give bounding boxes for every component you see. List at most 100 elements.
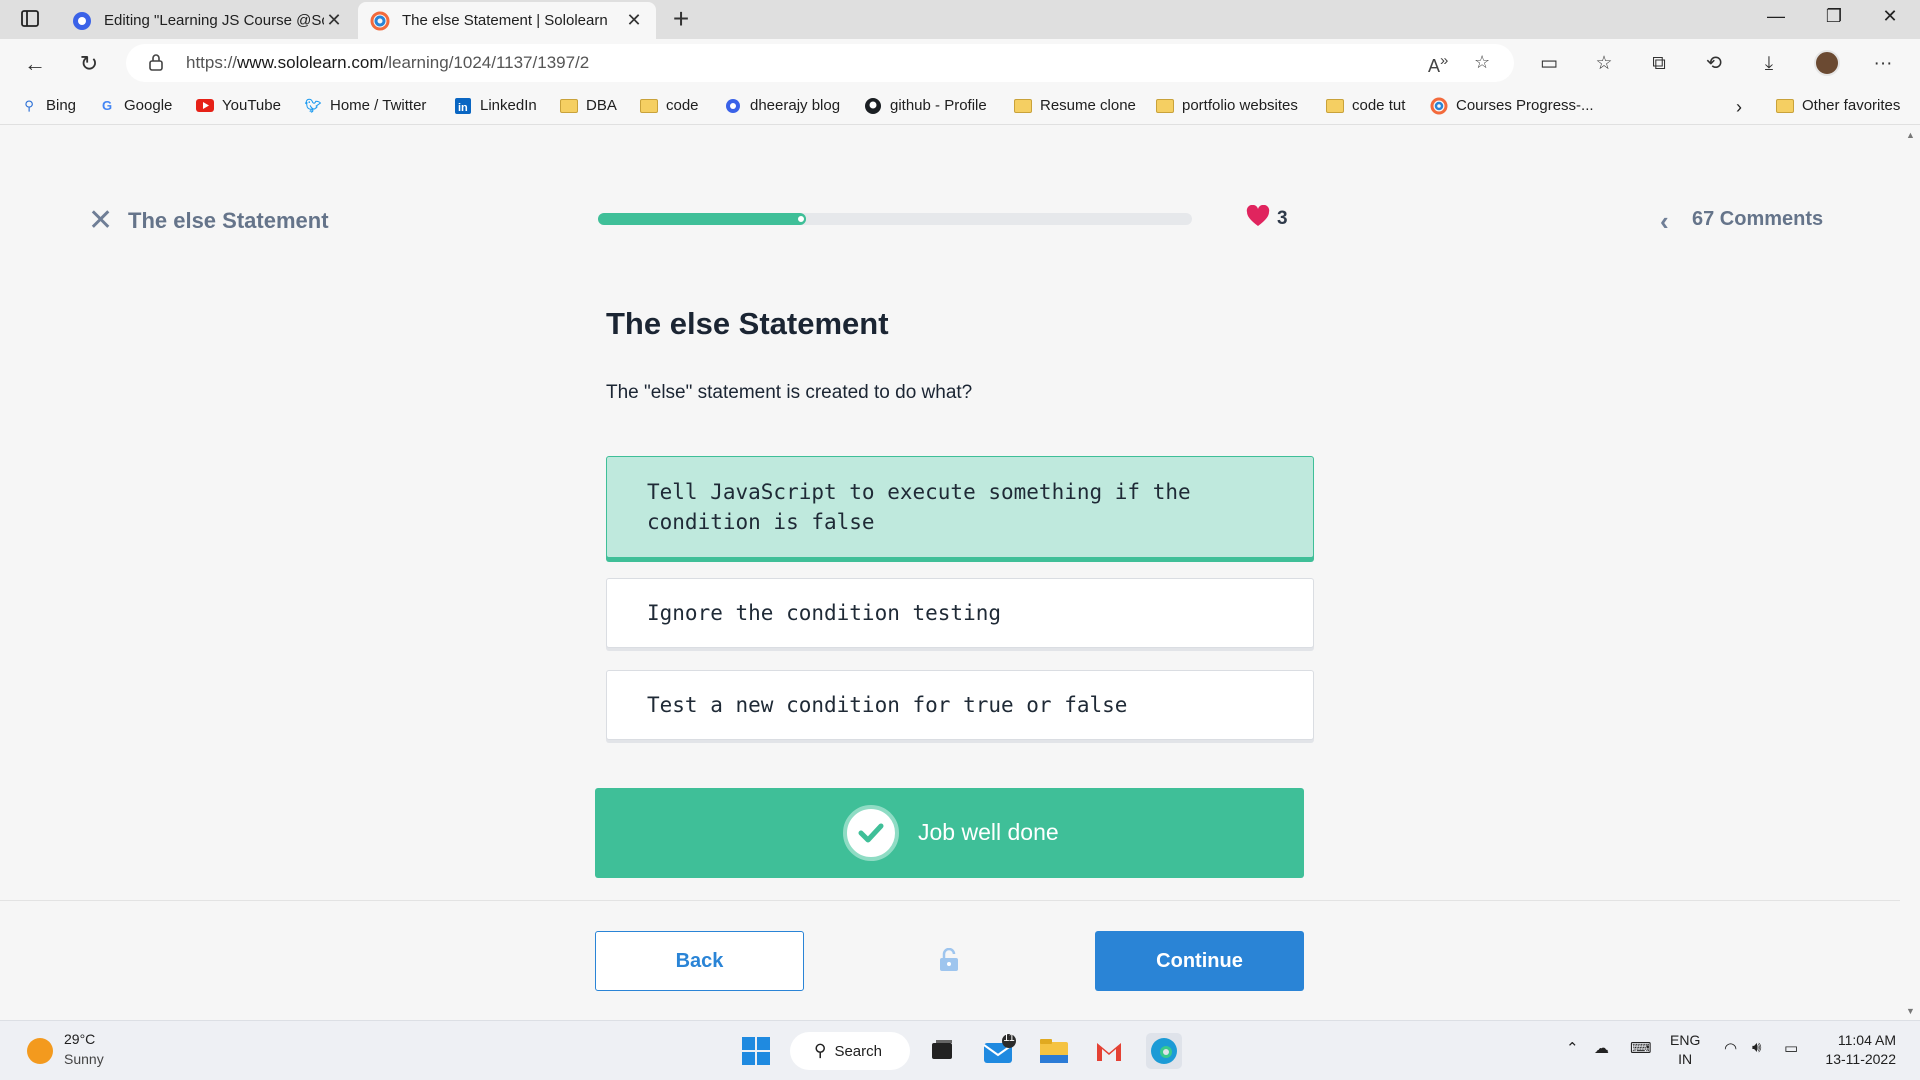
refresh-icon[interactable]: ↻ bbox=[74, 49, 104, 79]
fav-youtube[interactable]: YouTube bbox=[196, 97, 281, 114]
answer-text: Tell JavaScript to execute something if … bbox=[647, 480, 1191, 504]
lesson-page: ✕ The else Statement 3 ‹ 67 Comments The… bbox=[0, 126, 1900, 1020]
scroll-up-icon[interactable]: ▲ bbox=[1906, 130, 1915, 140]
tab-close-icon[interactable]: ✕ bbox=[324, 10, 344, 31]
tab-strip: Editing "Learning JS Course @Sc ✕ The el… bbox=[0, 0, 1920, 39]
fav-google[interactable]: G Google bbox=[98, 97, 172, 114]
hearts-count: 3 bbox=[1277, 208, 1288, 229]
continue-button[interactable]: Continue bbox=[1095, 931, 1304, 991]
start-windows-icon[interactable] bbox=[738, 1033, 774, 1069]
address-bar[interactable]: https://www.sololearn.com/learning/1024/… bbox=[126, 44, 1514, 82]
tray-overflow-chevron-icon[interactable]: ⌃ bbox=[1566, 1039, 1579, 1057]
answer-text: condition is false bbox=[647, 510, 875, 534]
result-message: Job well done bbox=[918, 819, 1059, 845]
battery-icon[interactable]: ▭ bbox=[1784, 1039, 1798, 1057]
back-button[interactable]: Back bbox=[595, 931, 804, 991]
fav-bing[interactable]: ⚲ Bing bbox=[20, 97, 76, 114]
collections-icon[interactable]: ⧉ bbox=[1646, 51, 1672, 77]
page-scrollbar[interactable]: ▲ ▼ bbox=[1900, 126, 1920, 1020]
downloads-icon[interactable]: ⤓ bbox=[1756, 51, 1782, 77]
sololearn-icon bbox=[370, 11, 390, 31]
favorites-bar: ⚲ Bing G Google YouTube 🐦︎ Home / Twitter i… bbox=[0, 88, 1920, 125]
favorites-icon[interactable]: ☆ bbox=[1591, 51, 1617, 77]
svg-text:in: in bbox=[458, 102, 468, 114]
volume-icon[interactable]: 🔊︎ bbox=[1752, 1039, 1761, 1056]
footer-divider bbox=[0, 900, 1900, 901]
cast-icon[interactable]: ▭ bbox=[1536, 51, 1562, 77]
folder-icon bbox=[560, 98, 578, 114]
answer-text: Test a new condition for true or false bbox=[647, 693, 1128, 717]
fav-courses-progress[interactable]: Courses Progress-... bbox=[1430, 97, 1594, 114]
history-icon[interactable]: ⟲ bbox=[1701, 51, 1727, 77]
tab-editing-course[interactable]: Editing "Learning JS Course @Sc ✕ bbox=[60, 2, 356, 39]
tab-sololearn[interactable]: The else Statement | Sololearn ✕ bbox=[358, 2, 656, 39]
tab-close-icon[interactable]: ✕ bbox=[624, 10, 644, 31]
close-lesson-icon[interactable]: ✕ bbox=[88, 206, 113, 236]
mail-badge: 11 bbox=[1003, 1032, 1015, 1044]
weather-temperature[interactable]: 29°C bbox=[64, 1031, 95, 1047]
more-icon[interactable]: ··· bbox=[1870, 51, 1896, 77]
question-text: The "else" statement is created to do wh… bbox=[606, 382, 973, 403]
answer-option-3[interactable]: Test a new condition for true or false bbox=[606, 670, 1314, 740]
edge-browser-icon[interactable] bbox=[1146, 1033, 1182, 1069]
task-view-icon[interactable] bbox=[924, 1033, 960, 1069]
fav-github[interactable]: github - Profile bbox=[864, 97, 987, 114]
weather-sun-icon[interactable] bbox=[27, 1038, 53, 1064]
back-arrow-icon[interactable]: ← bbox=[20, 49, 50, 79]
keyboard-icon[interactable]: ⌨ bbox=[1630, 1039, 1652, 1057]
lock-icon[interactable] bbox=[148, 53, 164, 76]
folder-icon bbox=[640, 98, 658, 114]
weather-condition[interactable]: Sunny bbox=[64, 1051, 104, 1067]
tab-title: Editing "Learning JS Course @Sc bbox=[104, 12, 324, 29]
close-window-icon[interactable]: ✕ bbox=[1870, 6, 1910, 27]
taskbar-search[interactable]: ⚲ Search bbox=[790, 1032, 910, 1070]
wifi-icon[interactable]: ◠ bbox=[1724, 1039, 1737, 1057]
fav-folder-dba[interactable]: DBA bbox=[560, 97, 617, 114]
progress-knob bbox=[795, 214, 806, 224]
bing-icon: ⚲ bbox=[24, 97, 34, 113]
file-explorer-icon[interactable] bbox=[1036, 1033, 1072, 1069]
new-tab-button[interactable]: + bbox=[666, 5, 696, 35]
lesson-progress-bar bbox=[598, 213, 1192, 225]
fav-other-favorites[interactable]: Other favorites bbox=[1776, 97, 1900, 114]
fav-folder-portfolio[interactable]: portfolio websites bbox=[1156, 97, 1298, 114]
gmail-icon[interactable] bbox=[1091, 1033, 1127, 1069]
folder-icon bbox=[1326, 98, 1344, 114]
question-title: The else Statement bbox=[606, 306, 889, 341]
answer-option-2[interactable]: Ignore the condition testing bbox=[606, 578, 1314, 648]
restore-icon[interactable]: ❐ bbox=[1814, 6, 1854, 27]
url-text[interactable]: https://www.sololearn.com/learning/1024/… bbox=[186, 53, 589, 73]
search-icon: ⚲ bbox=[814, 1041, 827, 1060]
language-indicator[interactable]: ENG IN bbox=[1670, 1031, 1700, 1069]
system-clock[interactable]: 11:04 AM 13-11-2022 bbox=[1820, 1031, 1896, 1069]
progress-fill bbox=[598, 213, 806, 225]
folder-icon bbox=[1156, 98, 1174, 114]
result-banner: Job well done bbox=[595, 788, 1304, 878]
folder-icon bbox=[1776, 98, 1794, 114]
lesson-header-title: The else Statement bbox=[128, 208, 329, 233]
heart-icon bbox=[1246, 204, 1270, 232]
favorites-overflow-chevron-icon[interactable]: › bbox=[1736, 97, 1742, 118]
tab-title: The else Statement | Sololearn bbox=[402, 12, 608, 29]
browser-toolbar: ← ↻ https://www.sololearn.com/learning/1… bbox=[0, 39, 1920, 88]
profile-avatar[interactable] bbox=[1814, 50, 1840, 76]
fav-linkedin[interactable]: in LinkedIn bbox=[454, 97, 537, 114]
add-favorite-icon[interactable]: ☆ bbox=[1474, 52, 1490, 73]
fav-dheerajy-blog[interactable]: dheerajy blog bbox=[724, 97, 840, 114]
answer-option-1[interactable]: Tell JavaScript to execute something if … bbox=[606, 456, 1314, 558]
fav-folder-code-tut[interactable]: code tut bbox=[1326, 97, 1405, 114]
fav-twitter[interactable]: 🐦︎ Home / Twitter bbox=[304, 97, 427, 114]
fav-folder-resume-clone[interactable]: Resume clone bbox=[1014, 97, 1136, 114]
scroll-down-icon[interactable]: ▼ bbox=[1906, 1006, 1915, 1016]
twitter-icon: 🐦︎ bbox=[304, 97, 322, 113]
linkedin-icon: in bbox=[454, 97, 472, 114]
tab-actions-icon[interactable] bbox=[18, 9, 42, 29]
fav-folder-code[interactable]: code bbox=[640, 97, 699, 114]
edit-site-icon bbox=[72, 11, 92, 31]
comments-chevron-icon[interactable]: ‹ bbox=[1660, 206, 1669, 237]
onedrive-cloud-icon[interactable]: ☁ bbox=[1594, 1039, 1609, 1057]
mail-icon[interactable]: 11 bbox=[980, 1032, 1016, 1069]
read-aloud-icon[interactable]: A» bbox=[1428, 52, 1448, 77]
comments-link[interactable]: 67 Comments bbox=[1692, 208, 1823, 231]
minimize-icon[interactable]: — bbox=[1756, 6, 1796, 27]
